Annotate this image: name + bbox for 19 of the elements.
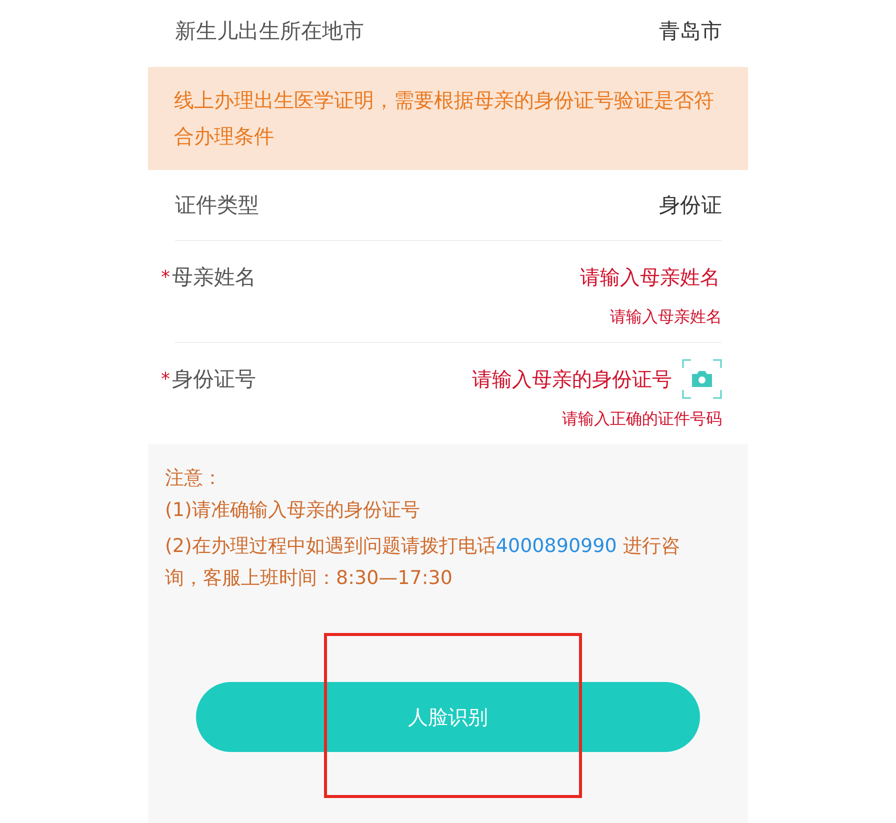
required-mark: * <box>161 368 170 390</box>
face-recognition-button[interactable]: 人脸识别 <box>196 682 700 752</box>
field-value: 青岛市 <box>659 18 722 45</box>
notice-text: (2)在办理过程中如遇到问题请拨打电话4000890990 进行咨询，客服上班时间：8:30—17:30 <box>165 534 681 591</box>
info-banner: 线上办理出生医学证明，需要根据母亲的身份证号验证是否符合办理条件 <box>148 67 748 170</box>
error-message: 请输入母亲姓名 <box>609 307 722 328</box>
notice-text: (1)请准确输入母亲的身份证号 <box>165 498 421 523</box>
error-message: 请输入正确的证件号码 <box>561 409 722 430</box>
field-label: 母亲姓名 <box>172 264 256 291</box>
field-label: 新生儿出生所在地市 <box>175 18 364 45</box>
camera-icon[interactable] <box>682 359 722 399</box>
input-field[interactable]: 请输入母亲的身份证号 <box>278 366 674 392</box>
field-label: 证件类型 <box>175 192 259 219</box>
input-field[interactable]: 请输入母亲姓名 <box>278 264 722 290</box>
field-value[interactable]: 身份证 <box>659 191 722 219</box>
required-mark: * <box>161 266 170 288</box>
notice-title: 注意： <box>165 466 223 491</box>
phone-link[interactable]: 4000890990 <box>496 535 617 557</box>
field-label: 身份证号 <box>172 366 256 393</box>
